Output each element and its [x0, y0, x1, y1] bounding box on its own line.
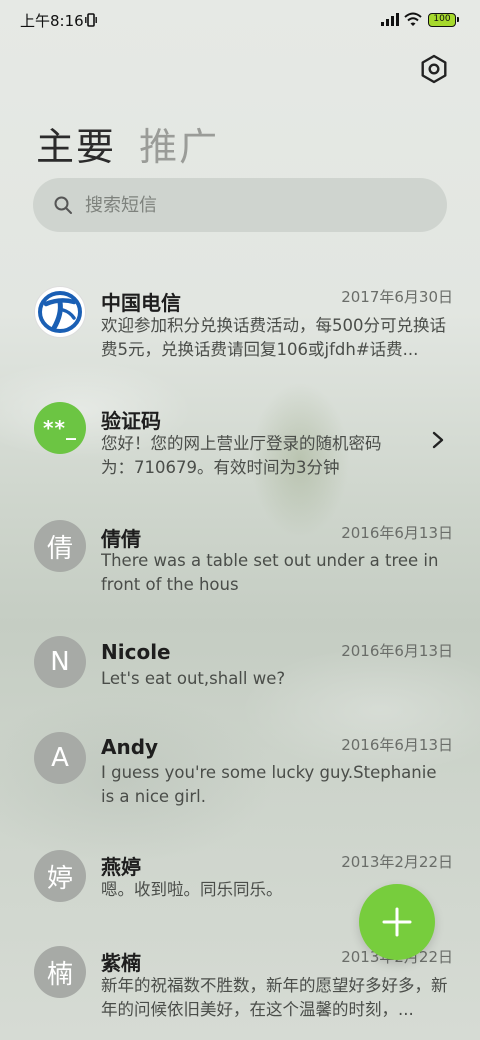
contact-avatar: 楠 — [34, 946, 86, 998]
contact-avatar: N — [34, 636, 86, 688]
tab-promotions[interactable]: 推广 — [139, 116, 219, 171]
message-snippet: Let's eat out,shall we? — [101, 669, 286, 688]
china-telecom-logo — [34, 286, 86, 338]
hexagon-settings-icon — [421, 54, 447, 84]
conversation-item[interactable]: N Nicole 2016年6月13日 Let's eat out,shall … — [0, 634, 480, 704]
battery-icon: 100 — [428, 13, 459, 27]
message-date: 2016年6月13日 — [341, 736, 453, 754]
message-snippet: 您好！您的网上营业厅登录的随机密码为：710679。有效时间为3分钟 — [101, 434, 382, 477]
vibrate-icon — [85, 13, 97, 27]
chevron-right-icon[interactable] — [430, 430, 446, 450]
message-date: 2017年6月30日 — [341, 288, 453, 306]
contact-name: 倩倩 — [101, 527, 141, 551]
signal-icon — [381, 13, 399, 26]
plus-icon — [382, 907, 412, 937]
contact-name: 燕婷 — [101, 855, 141, 879]
status-bar: 上午8:16 100 — [0, 0, 480, 40]
message-snippet: 新年的祝福数不胜数，新年的愿望好多好多，新年的问候依旧美好，在这个温馨的时刻，.… — [101, 976, 448, 1019]
settings-button[interactable] — [418, 53, 450, 85]
message-date: 2016年6月13日 — [341, 642, 453, 660]
contact-name: Nicole — [101, 640, 171, 664]
conversation-item[interactable]: **_ 验证码 您好！您的网上营业厅登录的随机密码为：710679。有效时间为3… — [0, 402, 480, 492]
message-snippet: There was a table set out under a tree i… — [101, 551, 439, 594]
message-snippet: 欢迎参加积分兑换话费活动，每500分可兑换话费5元，兑换话费请回复106或jfd… — [101, 316, 446, 359]
message-snippet: I guess you're some lucky guy.Stephanie … — [101, 763, 437, 806]
wifi-icon — [404, 12, 422, 26]
message-date: 2016年6月13日 — [341, 524, 453, 542]
status-time: 上午8:16 — [20, 12, 84, 30]
contact-avatar: A — [34, 732, 86, 784]
contact-name: 中国电信 — [101, 291, 181, 315]
china-telecom-logo-icon — [38, 291, 82, 333]
conversation-item[interactable]: 倩 倩倩 2016年6月13日 There was a table set ou… — [0, 516, 480, 606]
contact-name: Andy — [101, 735, 159, 759]
tab-primary[interactable]: 主要 — [36, 116, 116, 171]
verification-code-avatar: **_ — [34, 402, 86, 454]
contact-name: 紫楠 — [101, 951, 141, 975]
tab-bar: 主要 推广 — [36, 116, 237, 169]
contact-avatar: 婷 — [34, 850, 86, 902]
search-bar[interactable] — [33, 178, 447, 232]
conversation-item[interactable]: 中国电信 2017年6月30日 欢迎参加积分兑换话费活动，每500分可兑换话费5… — [0, 282, 480, 378]
search-icon — [54, 196, 72, 214]
search-input[interactable] — [85, 178, 425, 232]
contact-name: 验证码 — [101, 409, 161, 433]
message-date: 2013年2月22日 — [341, 853, 453, 871]
contact-avatar: 倩 — [34, 520, 86, 572]
conversation-item[interactable]: A Andy 2016年6月13日 I guess you're some lu… — [0, 728, 480, 818]
new-message-button[interactable] — [359, 884, 435, 960]
